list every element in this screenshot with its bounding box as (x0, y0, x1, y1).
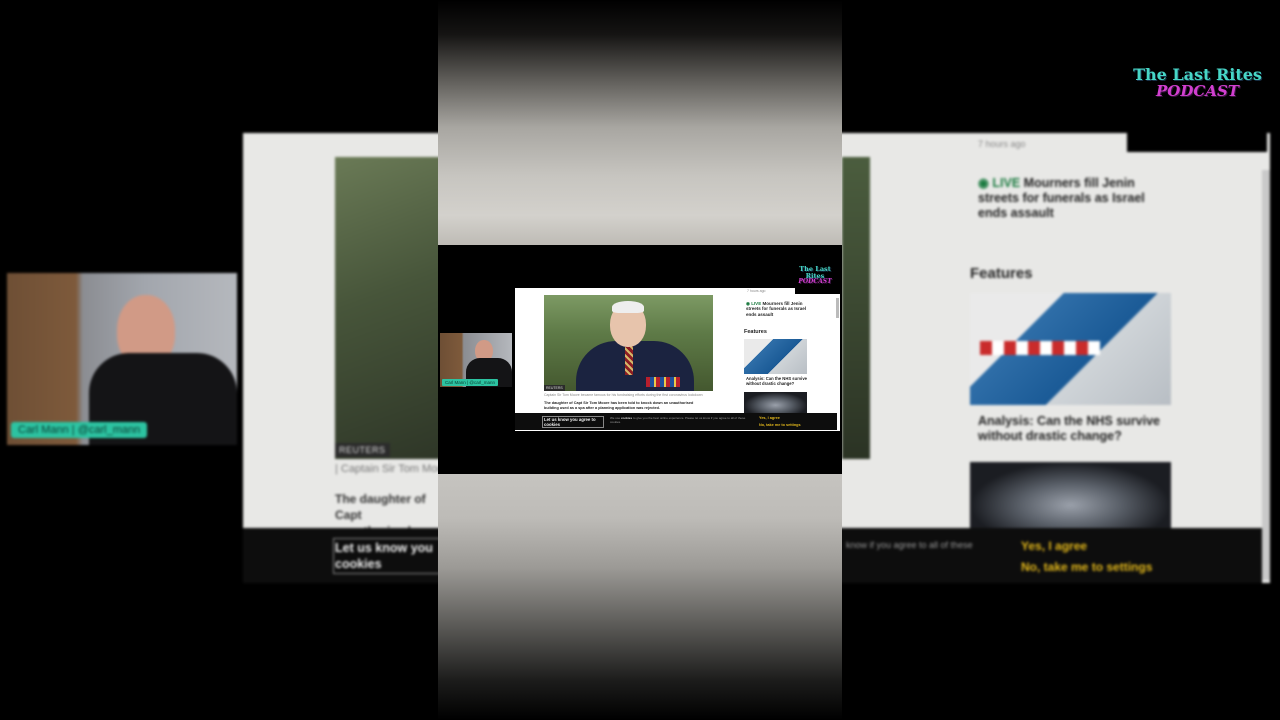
cookie-title: Let us know you agree to cookies (542, 416, 604, 428)
bg-cookie-settings-button[interactable]: No, take me to settings (1021, 560, 1152, 574)
features-heading: Features (744, 329, 767, 335)
short-frame-top-blur (438, 0, 842, 245)
article-body-lead: The daughter of Capt Sir Tom Moore has b… (544, 401, 694, 411)
live-label: LIVE (751, 301, 762, 306)
podcast-logo-line1: The Last Rites (1133, 65, 1262, 84)
bg-article-photo (335, 157, 445, 459)
streamer-name-tag-small: Carl Mann | @carl_mann (442, 379, 499, 386)
page-scrollbar[interactable] (836, 298, 839, 318)
live-icon: ◉ (978, 176, 993, 190)
podcast-logo-small-line2: PODCAST (798, 278, 832, 285)
sidebar-timestamp: 7 hours ago (747, 289, 766, 293)
bg-live-label: LIVE (992, 176, 1021, 190)
podcast-logo-small: The Last Rites PODCAST (791, 266, 839, 285)
streamer-name-tag: Carl Mann | @carl_mann (11, 422, 148, 438)
feature1-image[interactable] (744, 339, 807, 374)
bg-article-photo-edge (842, 157, 870, 459)
bg-cookie-title: Let us know you cookies (333, 538, 441, 574)
photo-tie (625, 345, 633, 375)
bg-cookie-agree-button[interactable]: Yes, I agree (1021, 539, 1087, 553)
podcast-logo-line2: PODCAST (1156, 82, 1239, 100)
cookie-settings-button[interactable]: No, take me to settings (759, 423, 801, 427)
bg-feature1-caption[interactable]: Analysis: Can the NHS survive without dr… (978, 414, 1168, 444)
feature2-image[interactable] (744, 392, 807, 414)
article-page-screenshot: REUTERS Captain Sir Tom Moore became fam… (515, 288, 840, 431)
cookie-agree-button[interactable]: Yes, I agree (759, 416, 780, 420)
bg-feature2-image[interactable] (970, 462, 1171, 534)
live-headline-link[interactable]: ◉ LIVE Mourners fill Jenin streets for f… (746, 301, 808, 317)
bg-photo-credit: REUTERS (335, 443, 390, 457)
podcast-logo: The Last Rites PODCAST (1130, 67, 1265, 99)
barrier-stripe (980, 341, 1100, 355)
bg-cookie-text: know if you agree to all of these (846, 540, 973, 550)
cookie-link[interactable]: cookies (621, 416, 632, 420)
streamer-webcam (7, 273, 237, 445)
bg-scrollbar (1262, 170, 1270, 580)
photo-caption: Captain Sir Tom Moore became famous for … (544, 393, 703, 397)
short-frame-bottom-blur (438, 474, 842, 720)
bg-photo-caption: | Captain Sir Tom Moore (335, 463, 454, 475)
bg-live-headline[interactable]: ◉ LIVE Mourners fill Jenin streets for f… (978, 176, 1158, 221)
photo-hair (612, 301, 644, 313)
photo-medals (646, 377, 680, 387)
bg-features-heading: Features (970, 265, 1033, 282)
feature1-caption[interactable]: Analysis: Can the NHS survive without dr… (746, 376, 810, 386)
bg-timestamp: 7 hours ago (978, 139, 1026, 149)
photo-credit: REUTERS (544, 385, 565, 391)
article-photo (544, 295, 713, 391)
bg-feature1-image[interactable] (970, 293, 1171, 405)
cookie-text: We use cookies to give you the best onli… (610, 416, 750, 424)
logo-backdrop (795, 288, 840, 294)
